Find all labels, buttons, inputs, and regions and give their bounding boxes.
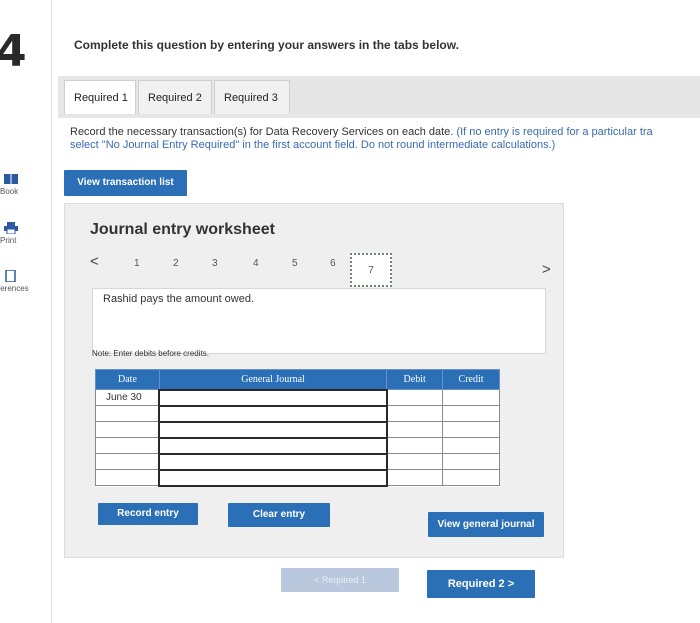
book-icon xyxy=(4,174,18,184)
pager-page-7-active[interactable]: 7 xyxy=(350,253,392,287)
date-cell[interactable] xyxy=(95,405,160,422)
debit-input[interactable] xyxy=(386,437,444,454)
tab-required-2[interactable]: Required 2 xyxy=(138,80,212,114)
credit-input[interactable] xyxy=(442,437,500,454)
pager-page-2[interactable]: 2 xyxy=(173,258,179,269)
account-input[interactable] xyxy=(158,468,388,487)
table-row xyxy=(95,420,500,439)
header-debit: Debit xyxy=(386,369,444,390)
credit-input[interactable] xyxy=(442,453,500,470)
header-date: Date xyxy=(95,369,160,390)
record-instruction-note-1: (If no entry is required for a particula… xyxy=(456,126,653,138)
debit-input[interactable] xyxy=(386,421,444,438)
account-input[interactable] xyxy=(158,452,388,471)
account-input[interactable] xyxy=(158,388,388,407)
credit-input[interactable] xyxy=(442,389,500,406)
worksheet-title: Journal entry worksheet xyxy=(90,221,275,238)
tab-required-3[interactable]: Required 3 xyxy=(214,80,290,114)
pager-page-5[interactable]: 5 xyxy=(292,258,298,269)
clear-entry-button[interactable]: Clear entry xyxy=(228,503,330,527)
left-rail: Book Print ferences xyxy=(0,165,52,335)
account-input[interactable] xyxy=(158,436,388,455)
view-transaction-list-button[interactable]: View transaction list xyxy=(64,170,187,196)
record-instruction-main: Record the necessary transaction(s) for … xyxy=(70,126,454,138)
credit-input[interactable] xyxy=(442,405,500,422)
date-cell[interactable] xyxy=(95,421,160,438)
table-row: June 30 xyxy=(95,388,500,407)
pager-page-3[interactable]: 3 xyxy=(212,258,218,269)
credit-input[interactable] xyxy=(442,469,500,486)
pager-page-4[interactable]: 4 xyxy=(253,258,259,269)
printer-icon xyxy=(4,222,18,234)
record-entry-button[interactable]: Record entry xyxy=(98,503,198,525)
tab-required-1[interactable]: Required 1 xyxy=(64,80,136,114)
debit-input[interactable] xyxy=(386,453,444,470)
pager-page-1[interactable]: 1 xyxy=(134,258,140,269)
debit-input[interactable] xyxy=(386,469,444,486)
header-credit: Credit xyxy=(442,369,500,390)
question-number: 4 xyxy=(0,26,27,77)
rail-item-print[interactable]: Print xyxy=(0,222,52,245)
references-icon xyxy=(5,270,16,282)
pager-prev-chevron-icon[interactable]: < xyxy=(90,253,99,270)
date-cell[interactable]: June 30 xyxy=(95,389,160,406)
transaction-description: Rashid pays the amount owed. xyxy=(92,288,546,354)
table-row xyxy=(95,452,500,471)
view-general-journal-button[interactable]: View general journal xyxy=(428,512,544,537)
rail-label-book: Book xyxy=(0,187,19,196)
journal-table-header: Date General Journal Debit Credit xyxy=(95,369,500,390)
account-input[interactable] xyxy=(158,404,388,423)
debit-input[interactable] xyxy=(386,389,444,406)
required-next-button[interactable]: Required 2 > xyxy=(427,570,535,598)
rail-label-references: ferences xyxy=(0,284,29,293)
debit-input[interactable] xyxy=(386,405,444,422)
rail-item-book[interactable]: Book xyxy=(0,173,52,196)
date-cell[interactable] xyxy=(95,437,160,454)
account-input[interactable] xyxy=(158,420,388,439)
table-row xyxy=(95,436,500,455)
header-general-journal: General Journal xyxy=(158,369,388,390)
instruction-text: Complete this question by entering your … xyxy=(74,38,459,52)
debits-note: Note: Enter debits before credits. xyxy=(92,349,209,358)
tab-bar-filler xyxy=(290,76,700,118)
journal-entry-table: Date General Journal Debit Credit June 3… xyxy=(95,369,500,487)
date-cell[interactable] xyxy=(95,453,160,470)
pager-next-chevron-icon[interactable]: > xyxy=(542,261,551,278)
tab-bar: Required 1 Required 2 Required 3 xyxy=(58,76,700,118)
required-prev-button[interactable]: < Required 1 xyxy=(281,568,399,592)
credit-input[interactable] xyxy=(442,421,500,438)
rail-item-references[interactable]: ferences xyxy=(0,270,52,293)
table-row xyxy=(95,468,500,487)
record-instruction: Record the necessary transaction(s) for … xyxy=(70,126,700,152)
pager-page-6[interactable]: 6 xyxy=(330,258,336,269)
rail-label-print: Print xyxy=(0,236,17,245)
date-cell[interactable] xyxy=(95,469,160,486)
worksheet-pager: < 1 2 3 4 5 6 7 > xyxy=(90,253,560,287)
record-instruction-note-2: select "No Journal Entry Required" in th… xyxy=(70,139,556,151)
table-row xyxy=(95,404,500,423)
